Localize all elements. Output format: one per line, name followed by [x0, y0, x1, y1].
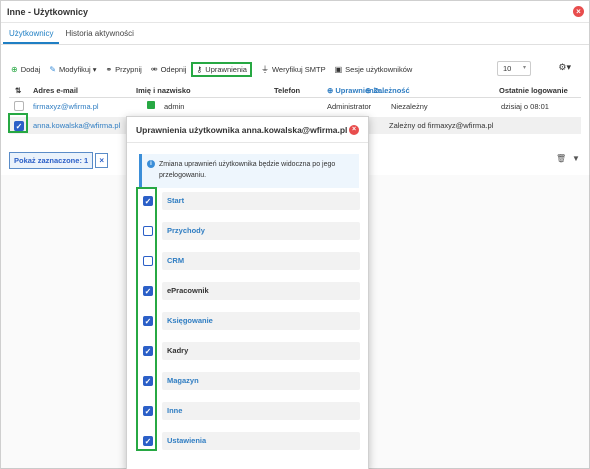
- info-box: i Zmiana uprawnień użytkownika będzie wi…: [139, 154, 359, 188]
- cell-last-login: dzisiaj o 08:01: [501, 102, 549, 111]
- edit-icon: ✎: [49, 64, 57, 74]
- row-checkbox-highlight: [8, 113, 28, 133]
- plug-icon: ⏚: [260, 64, 269, 74]
- cell-permissions: Administrator: [327, 102, 372, 111]
- trash-icon[interactable]: 🗑: [556, 154, 566, 163]
- window-title: Inne - Użytkownicy: [7, 6, 89, 17]
- sort-icon[interactable]: ⇅: [15, 86, 21, 95]
- link-icon: ⚭: [105, 64, 113, 74]
- cell-dependency: Niezależny: [391, 102, 428, 111]
- permissions-dialog: Uprawnienia użytkownika anna.kowalska@wf…: [126, 116, 369, 469]
- assign-button[interactable]: ⚭ Przypnij: [105, 65, 141, 74]
- permission-row-ksiegowanie[interactable]: ✓ Księgowanie: [137, 312, 360, 330]
- permission-row-crm[interactable]: CRM: [137, 252, 360, 270]
- permission-row-ustawienia[interactable]: ✓ Ustawienia: [137, 432, 360, 450]
- permissions-button[interactable]: ⚷ Uprawnienia: [191, 61, 252, 77]
- plus-icon: ⊕: [11, 64, 18, 74]
- settings-gear-icon[interactable]: ⚙▾: [558, 62, 571, 73]
- permission-row-magazyn[interactable]: ✓ Magazyn: [137, 372, 360, 390]
- monitor-icon: ▣: [334, 64, 343, 74]
- permission-row-epracownik[interactable]: ✓ ePracownik: [137, 282, 360, 300]
- tab-users[interactable]: Użytkownicy: [3, 23, 60, 44]
- tab-activity-history[interactable]: Historia aktywności: [59, 23, 139, 44]
- unlink-icon: ⚮: [150, 64, 158, 74]
- toolbar: ⊕ Dodaj ✎ Modyfikuj ▾ ⚭ Przypnij ⚮ Odepnij ⚷ U…: [11, 60, 579, 78]
- close-window-icon[interactable]: ×: [573, 6, 584, 17]
- row-checkbox[interactable]: [14, 100, 24, 111]
- selection-bar: Pokaż zaznaczone: 1 ×: [9, 152, 109, 169]
- header-dependency[interactable]: ⊕ Zależność: [365, 86, 410, 95]
- sessions-button[interactable]: ▣ Sesje użytkowników: [335, 65, 413, 74]
- page-size-select[interactable]: 10 ▾: [497, 61, 531, 76]
- header-phone[interactable]: Telefon: [274, 86, 300, 95]
- add-button[interactable]: ⊕ Dodaj: [11, 65, 40, 74]
- tab-bar: Użytkownicy Historia aktywności: [1, 23, 589, 45]
- info-icon: i: [147, 160, 155, 168]
- show-selected-button[interactable]: Pokaż zaznaczone: 1: [9, 152, 94, 169]
- verify-smtp-button[interactable]: ⏚ Weryfikuj SMTP: [261, 64, 326, 75]
- header-last-login[interactable]: Ostatnie logowanie: [499, 86, 568, 95]
- cell-name: admin: [164, 102, 185, 111]
- dialog-title: Uprawnienia użytkownika anna.kowalska@wf…: [127, 117, 368, 143]
- unassign-button[interactable]: ⚮ Odepnij: [151, 65, 187, 74]
- cell-email[interactable]: firmaxyz@wfirma.pl: [33, 102, 99, 111]
- caret-down-icon: ▾: [92, 64, 97, 74]
- users-window: Inne - Użytkownicy × Użytkownicy Histori…: [0, 0, 590, 469]
- cell-email[interactable]: anna.kowalska@wfirma.pl: [33, 121, 120, 130]
- clear-selection-button[interactable]: ×: [95, 153, 109, 168]
- permission-row-inne[interactable]: ✓ Inne: [137, 402, 360, 420]
- key-icon: ⚷: [196, 64, 203, 74]
- permission-row-kadry[interactable]: ✓ Kadry: [137, 342, 360, 360]
- cell-dependency: Zależny od firmaxyz@wfirma.pl: [389, 121, 494, 130]
- permission-row-start[interactable]: ✓ Start: [137, 192, 360, 210]
- modify-button[interactable]: ✎ Modyfikuj ▾: [49, 65, 96, 74]
- close-dialog-icon[interactable]: ×: [349, 125, 359, 135]
- header-email[interactable]: Adres e-mail: [33, 86, 78, 95]
- table-row[interactable]: firmaxyz@wfirma.pl admin Administrator N…: [9, 98, 581, 115]
- header-name[interactable]: Imię i nazwisko: [136, 86, 191, 95]
- caret-down-icon: ▾: [522, 65, 526, 71]
- filter-icon[interactable]: ▼: [572, 154, 580, 163]
- title-bar: Inne - Użytkownicy ×: [1, 1, 589, 23]
- user-status-icon: [147, 101, 155, 109]
- permission-checkboxes-highlight: [136, 187, 157, 451]
- permission-row-przychody[interactable]: Przychody: [137, 222, 360, 240]
- table-header: ⇅ Adres e-mail Imię i nazwisko Telefon ⊕…: [9, 84, 581, 98]
